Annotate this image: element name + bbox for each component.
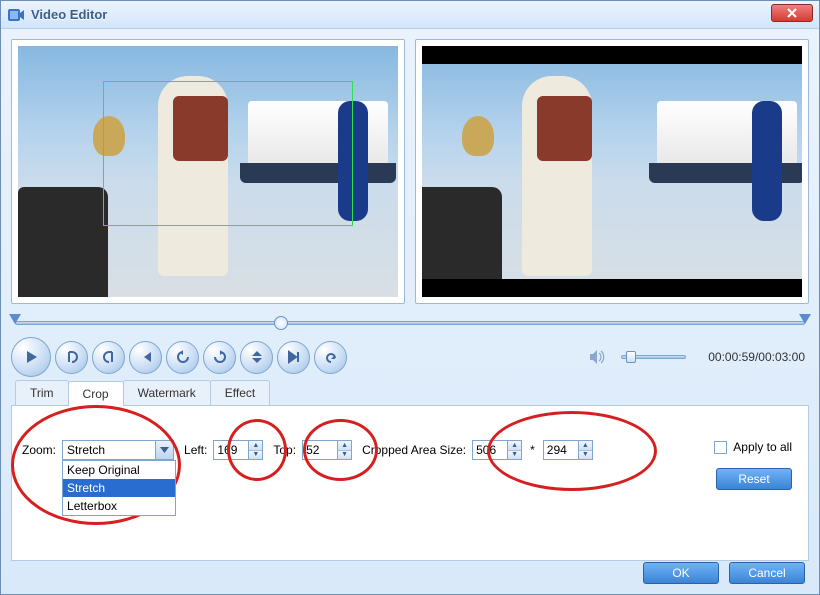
output-preview — [415, 39, 809, 304]
video-editor-window: Video Editor — [0, 0, 820, 595]
chevron-down-icon[interactable] — [155, 441, 173, 459]
tab-effect[interactable]: Effect — [210, 380, 270, 405]
rotate-left-button[interactable] — [166, 341, 199, 374]
tab-crop[interactable]: Crop — [68, 381, 124, 406]
step-forward-button[interactable] — [277, 341, 310, 374]
reset-button[interactable]: Reset — [716, 468, 792, 490]
source-preview[interactable] — [11, 39, 405, 304]
step-back-button[interactable] — [129, 341, 162, 374]
zoom-value: Stretch — [67, 443, 105, 457]
zoom-label: Zoom: — [22, 443, 56, 457]
apply-to-all-checkbox[interactable] — [714, 441, 727, 454]
playback-controls: 00:00:59/00:03:00 — [11, 338, 809, 376]
tab-trim[interactable]: Trim — [15, 380, 69, 405]
left-spinner[interactable]: ▲▼ — [213, 440, 263, 460]
width-spinner[interactable]: ▲▼ — [472, 440, 522, 460]
top-label: Top: — [273, 443, 296, 457]
apply-to-all-label: Apply to all — [733, 440, 792, 454]
flip-vertical-button[interactable] — [240, 341, 273, 374]
crop-rectangle[interactable] — [103, 81, 353, 226]
titlebar: Video Editor — [1, 1, 819, 29]
apply-to-all-row[interactable]: Apply to all — [714, 440, 792, 454]
spin-up-icon[interactable]: ▲ — [338, 441, 351, 451]
height-spinner[interactable]: ▲▼ — [543, 440, 593, 460]
spin-down-icon[interactable]: ▼ — [338, 451, 351, 460]
window-title: Video Editor — [31, 7, 107, 22]
cancel-button[interactable]: Cancel — [729, 562, 805, 584]
spin-down-icon[interactable]: ▼ — [508, 451, 521, 460]
trim-end-marker[interactable] — [799, 314, 811, 324]
width-input[interactable] — [472, 440, 508, 460]
rotate-right-button[interactable] — [203, 341, 236, 374]
top-input[interactable] — [302, 440, 338, 460]
spin-down-icon[interactable]: ▼ — [579, 451, 592, 460]
spin-up-icon[interactable]: ▲ — [508, 441, 521, 451]
app-icon — [7, 6, 25, 24]
ok-button[interactable]: OK — [643, 562, 719, 584]
multiply-symbol: * — [530, 443, 535, 457]
play-button[interactable] — [11, 337, 51, 377]
zoom-dropdown-list[interactable]: Keep Original Stretch Letterbox — [62, 460, 176, 516]
close-button[interactable] — [771, 4, 813, 22]
volume-slider[interactable] — [621, 355, 686, 359]
volume-icon[interactable] — [587, 347, 607, 367]
volume-thumb[interactable] — [626, 351, 636, 363]
time-display: 00:00:59/00:03:00 — [708, 350, 805, 364]
set-start-button[interactable] — [55, 341, 88, 374]
preview-panels — [11, 39, 809, 304]
set-end-button[interactable] — [92, 341, 125, 374]
spin-up-icon[interactable]: ▲ — [579, 441, 592, 451]
spin-down-icon[interactable]: ▼ — [249, 451, 262, 460]
trim-start-marker[interactable] — [9, 314, 21, 324]
tab-bar: Trim Crop Watermark Effect — [11, 380, 809, 406]
left-input[interactable] — [213, 440, 249, 460]
zoom-dropdown[interactable]: Stretch Keep Original Stretch Letterbox — [62, 440, 174, 460]
spin-up-icon[interactable]: ▲ — [249, 441, 262, 451]
zoom-option-stretch[interactable]: Stretch — [63, 479, 175, 497]
top-spinner[interactable]: ▲▼ — [302, 440, 352, 460]
undo-button[interactable] — [314, 341, 347, 374]
area-label: Cropped Area Size: — [362, 443, 466, 457]
tab-watermark[interactable]: Watermark — [123, 380, 211, 405]
seek-thumb[interactable] — [274, 316, 288, 330]
seek-bar[interactable] — [11, 314, 809, 332]
zoom-option-keep-original[interactable]: Keep Original — [63, 461, 175, 479]
crop-panel: Zoom: Stretch Keep Original Stretch Lett… — [11, 406, 809, 561]
zoom-option-letterbox[interactable]: Letterbox — [63, 497, 175, 515]
height-input[interactable] — [543, 440, 579, 460]
left-label: Left: — [184, 443, 207, 457]
